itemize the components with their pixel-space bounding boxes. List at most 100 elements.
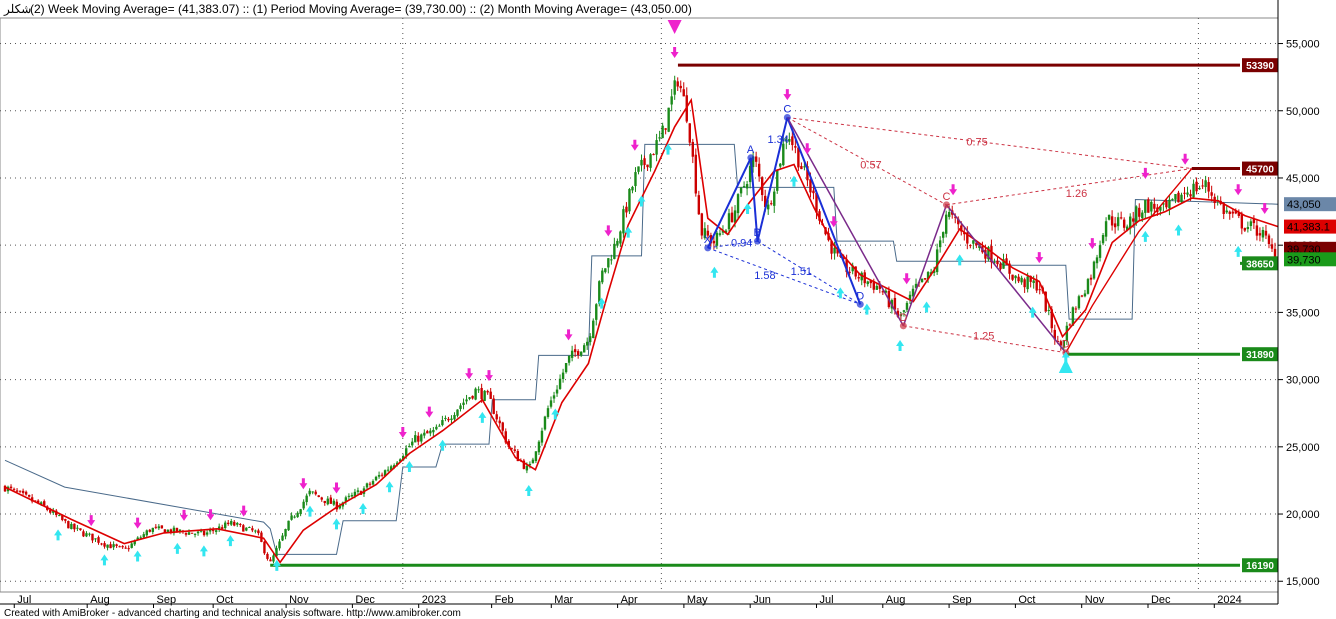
candle-body bbox=[130, 543, 133, 548]
candle-body bbox=[616, 240, 619, 246]
candle-body bbox=[127, 548, 130, 550]
time-tick-label: Aug bbox=[90, 594, 110, 606]
pivot-label: C bbox=[783, 103, 791, 115]
candle-body bbox=[12, 488, 16, 490]
level-tag-label: 38650 bbox=[1246, 259, 1274, 270]
candle-body bbox=[106, 544, 109, 548]
candle-body bbox=[634, 172, 637, 187]
candle-body bbox=[745, 184, 749, 189]
candle-body bbox=[673, 80, 676, 95]
candle-body bbox=[58, 515, 61, 517]
candle-body bbox=[465, 399, 468, 402]
candle-body bbox=[573, 349, 577, 353]
time-tick-label: Nov bbox=[1085, 594, 1105, 606]
candle-body bbox=[73, 523, 76, 530]
candle-body bbox=[525, 465, 529, 471]
level-tag-label: 16190 bbox=[1246, 561, 1274, 572]
candle-body bbox=[299, 509, 302, 515]
candle-body bbox=[350, 495, 354, 497]
candle-body bbox=[712, 240, 716, 244]
ratio-label: 1.58 bbox=[754, 270, 775, 282]
candle-body bbox=[1243, 228, 1247, 231]
candle-body bbox=[667, 107, 670, 132]
candle-body bbox=[178, 529, 182, 531]
candle-body bbox=[628, 189, 631, 212]
candle-body bbox=[1098, 245, 1102, 258]
candle-body bbox=[670, 96, 673, 105]
candle-body bbox=[1210, 192, 1213, 196]
candle-body bbox=[405, 448, 408, 456]
candle-body bbox=[661, 125, 664, 139]
candle-body bbox=[441, 420, 444, 426]
candle-body bbox=[227, 522, 230, 525]
candle-body bbox=[423, 432, 426, 436]
ratio-label: 0.75 bbox=[966, 137, 987, 149]
candle-body bbox=[124, 547, 127, 549]
candle-body bbox=[432, 429, 435, 433]
candle-body bbox=[857, 277, 860, 279]
candle-body bbox=[293, 516, 296, 518]
candle-body bbox=[1189, 194, 1192, 197]
candle-body bbox=[1135, 206, 1138, 223]
candle-body bbox=[1122, 219, 1126, 228]
candle-body bbox=[501, 422, 504, 431]
candle-body bbox=[160, 525, 164, 529]
right-value-labels: 43,05041,383.139,73039,730 bbox=[1284, 197, 1336, 267]
candle-body bbox=[1231, 211, 1234, 214]
candle-body bbox=[576, 351, 580, 356]
candle-body bbox=[1228, 211, 1231, 215]
candle-body bbox=[214, 530, 218, 532]
candle-body bbox=[417, 435, 420, 442]
candle-body bbox=[1201, 185, 1204, 187]
candle-body bbox=[742, 186, 746, 188]
candle-body bbox=[1168, 199, 1171, 209]
price-tick-label: 20,000 bbox=[1286, 509, 1320, 521]
price-tick-label: 50,000 bbox=[1286, 106, 1320, 118]
candle-body bbox=[1089, 277, 1093, 280]
candle-body bbox=[1270, 244, 1274, 249]
candle-body bbox=[1080, 295, 1084, 297]
candle-body bbox=[323, 500, 326, 503]
time-tick-label: Oct bbox=[216, 594, 233, 606]
candle-body bbox=[1225, 210, 1228, 213]
candle-body bbox=[1020, 277, 1023, 283]
candle-body bbox=[920, 278, 924, 283]
time-tick-label: Oct bbox=[1018, 594, 1035, 606]
candle-body bbox=[1174, 194, 1177, 200]
candle-body bbox=[444, 417, 447, 419]
candle-body bbox=[408, 446, 411, 448]
candle-body bbox=[866, 281, 869, 285]
candle-body bbox=[558, 378, 562, 389]
price-tick-label: 35,000 bbox=[1286, 307, 1320, 319]
candle-body bbox=[474, 388, 477, 400]
candle-body bbox=[435, 426, 438, 430]
candle-body bbox=[540, 430, 544, 443]
candle-body bbox=[272, 555, 275, 562]
candle-body bbox=[480, 388, 483, 400]
candle-body bbox=[211, 530, 215, 532]
candle-body bbox=[595, 304, 598, 320]
candle-body bbox=[477, 389, 480, 391]
time-tick-label: Jul bbox=[17, 594, 31, 606]
candle-body bbox=[257, 530, 260, 534]
candle-body bbox=[757, 163, 761, 177]
candle-body bbox=[555, 389, 559, 394]
candle-body bbox=[193, 533, 197, 535]
price-tick-label: 15,000 bbox=[1286, 576, 1320, 588]
time-tick-label: Mar bbox=[554, 594, 573, 606]
candle-body bbox=[109, 544, 112, 549]
candle-body bbox=[468, 397, 471, 399]
candle-body bbox=[1264, 230, 1268, 236]
candle-body bbox=[453, 414, 456, 420]
candle-body bbox=[664, 128, 667, 130]
candle-body bbox=[1011, 274, 1014, 280]
candle-body bbox=[999, 263, 1002, 270]
time-tick-label: Sep bbox=[156, 594, 176, 606]
candle-body bbox=[715, 232, 719, 246]
candle-body bbox=[649, 154, 652, 168]
candle-body bbox=[1047, 309, 1050, 311]
candle-body bbox=[549, 400, 553, 407]
candle-body bbox=[579, 351, 583, 356]
time-tick-label: Jun bbox=[753, 594, 771, 606]
candle-body bbox=[996, 260, 999, 265]
